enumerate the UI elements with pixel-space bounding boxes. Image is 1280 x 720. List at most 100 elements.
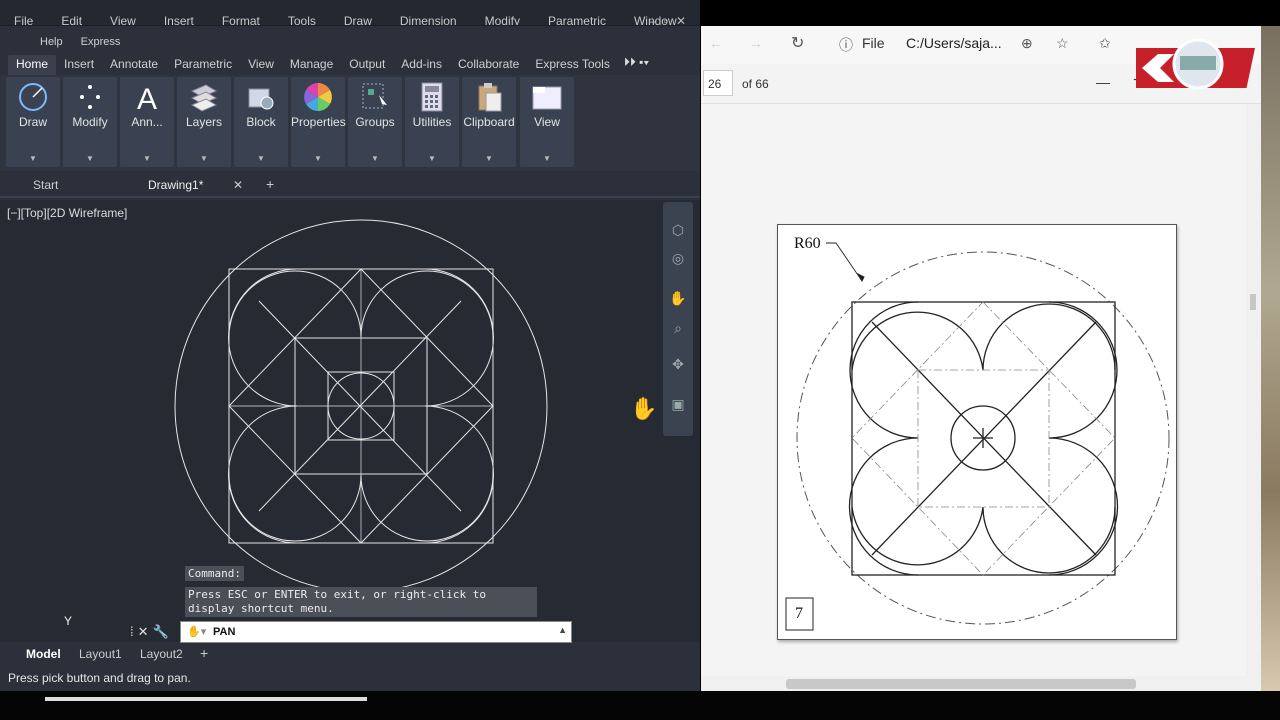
panel-draw-label: Draw bbox=[18, 115, 47, 129]
command-input[interactable]: ✋▾ PAN ▲ bbox=[180, 621, 572, 643]
panel-groups[interactable]: Groups ▼ bbox=[348, 77, 402, 167]
showmotion-icon[interactable]: ▣ bbox=[669, 396, 687, 414]
menu-file[interactable]: File bbox=[0, 14, 47, 25]
view-icon bbox=[532, 86, 562, 110]
tab-add-ins[interactable]: Add-ins bbox=[393, 55, 450, 75]
chevron-down-icon[interactable]: ▼ bbox=[462, 154, 516, 163]
tab-home[interactable]: Home bbox=[8, 55, 57, 75]
drawing-viewport[interactable]: [−][Top][2D Wireframe] ⬡ ◎ ✋ ⌕ ✥ ▣ Comma… bbox=[0, 200, 700, 642]
video-progress-bar bbox=[45, 697, 367, 701]
chevron-down-icon[interactable]: ▼ bbox=[348, 154, 402, 163]
tab-drawing1[interactable]: Drawing1* bbox=[148, 178, 203, 192]
panel-modify-label: Modify bbox=[72, 115, 108, 129]
screen: File Edit View Insert Format Tools Draw … bbox=[0, 0, 1280, 720]
tab-annotate[interactable]: Annotate bbox=[102, 55, 166, 75]
pdf-viewer[interactable]: R60 7 bbox=[701, 104, 1246, 682]
command-popup-title: Command: bbox=[185, 566, 244, 581]
ribbon-overflow-icon[interactable]: ⏵⏵ ▪▾ bbox=[624, 55, 649, 75]
pan-icon[interactable]: ✋ bbox=[669, 290, 687, 308]
back-icon[interactable]: ← bbox=[709, 35, 723, 51]
steering-wheel-icon[interactable]: ◎ bbox=[669, 250, 687, 268]
panel-clipboard[interactable]: Clipboard ▼ bbox=[462, 77, 516, 167]
panel-annotate-label: Ann... bbox=[131, 115, 163, 129]
chevron-down-icon[interactable]: ▼ bbox=[520, 154, 574, 163]
tab-express-tools[interactable]: Express Tools bbox=[527, 55, 617, 75]
chevron-down-icon[interactable]: ▼ bbox=[234, 154, 288, 163]
panel-properties[interactable]: Properties ▼ bbox=[291, 77, 346, 167]
chevron-down-icon[interactable]: ▼ bbox=[6, 154, 60, 163]
tab-model[interactable]: Model bbox=[26, 647, 61, 661]
menu-modify[interactable]: Modify bbox=[471, 14, 534, 25]
panel-layers[interactable]: Layers ▼ bbox=[177, 77, 231, 167]
refresh-icon[interactable]: ↻ bbox=[791, 33, 804, 53]
horizontal-scrollbar[interactable] bbox=[701, 676, 1246, 691]
menu-view[interactable]: View bbox=[96, 14, 150, 25]
menu-edit[interactable]: Edit bbox=[47, 14, 96, 25]
panel-view[interactable]: View ▼ bbox=[520, 77, 574, 167]
panel-block-label: Block bbox=[246, 115, 276, 129]
layout-tabs: Model Layout1 Layout2 + bbox=[0, 643, 700, 665]
command-history-icon[interactable]: ✋▾ bbox=[187, 625, 206, 638]
menu-dimension[interactable]: Dimension bbox=[386, 14, 471, 25]
chevron-down-icon[interactable]: ▼ bbox=[63, 154, 117, 163]
add-layout-icon[interactable]: + bbox=[200, 645, 208, 661]
add-tab-icon[interactable]: + bbox=[266, 176, 274, 192]
horizontal-scroll-thumb[interactable] bbox=[786, 679, 1136, 689]
menu-parametric[interactable]: Parametric bbox=[534, 14, 620, 25]
menu-express[interactable]: Express bbox=[81, 36, 121, 48]
tab-output[interactable]: Output bbox=[341, 55, 393, 75]
panel-block[interactable]: Block ▼ bbox=[234, 77, 288, 167]
vertical-scroll-thumb[interactable] bbox=[1250, 294, 1256, 310]
chevron-down-icon[interactable]: ▼ bbox=[177, 154, 231, 163]
chevron-down-icon[interactable]: ▼ bbox=[120, 154, 174, 163]
command-line-controls[interactable]: ⁞✕🔧 bbox=[130, 624, 173, 640]
page-number-input[interactable]: 26 bbox=[703, 70, 733, 96]
zoom-out-button[interactable]: — bbox=[1096, 74, 1110, 90]
panel-annotate[interactable]: A Ann... ▼ bbox=[120, 77, 174, 167]
tab-view[interactable]: View bbox=[240, 55, 282, 75]
tab-insert[interactable]: Insert bbox=[56, 55, 102, 75]
zoom-icon[interactable]: ⊕ bbox=[1021, 35, 1033, 52]
panel-modify[interactable]: Modify ▼ bbox=[63, 77, 117, 167]
panel-utilities[interactable]: Utilities ▼ bbox=[405, 77, 459, 167]
star-icon[interactable]: ☆ bbox=[1056, 35, 1069, 52]
menu-insert[interactable]: Insert bbox=[150, 14, 208, 25]
menu-draw[interactable]: Draw bbox=[330, 14, 386, 25]
title-strip: File Edit View Insert Format Tools Draw … bbox=[0, 0, 700, 26]
chevron-up-icon[interactable]: ▲ bbox=[558, 625, 567, 635]
vertical-scrollbar[interactable] bbox=[1246, 104, 1261, 691]
forward-icon[interactable]: → bbox=[749, 35, 763, 51]
panel-view-label: View bbox=[534, 115, 560, 129]
menu-format[interactable]: Format bbox=[208, 14, 274, 25]
view-cube-icon[interactable]: ⬡ bbox=[669, 222, 687, 240]
tab-layout2[interactable]: Layout2 bbox=[140, 647, 183, 661]
menu-help[interactable]: Help bbox=[40, 36, 63, 48]
tab-manage[interactable]: Manage bbox=[282, 55, 341, 75]
chevron-down-icon[interactable]: ▼ bbox=[405, 154, 459, 163]
tab-parametric[interactable]: Parametric bbox=[166, 55, 240, 75]
panel-draw[interactable]: Draw ▼ bbox=[6, 77, 60, 167]
address-bar[interactable]: C:/Users/saja... bbox=[906, 35, 1002, 51]
panel-properties-label: Properties bbox=[291, 115, 346, 129]
favorites-icon[interactable]: ✩ bbox=[1099, 35, 1111, 52]
file-tabs: Start Drawing1* ✕ + bbox=[0, 172, 700, 198]
close-icon[interactable]: ✕ bbox=[233, 178, 243, 192]
ucs-y-label: Y bbox=[64, 614, 73, 628]
tab-layout1[interactable]: Layout1 bbox=[79, 647, 122, 661]
zoom-icon[interactable]: ⌕ bbox=[669, 320, 687, 338]
info-icon[interactable]: ⓘ bbox=[839, 35, 853, 55]
orbit-icon[interactable]: ✥ bbox=[669, 356, 687, 374]
command-input-value: PAN bbox=[213, 626, 236, 638]
browser-window: ← → ↻ ⓘ File C:/Users/saja... ⊕ ☆ ✩ 26 o… bbox=[701, 26, 1261, 691]
tab-collaborate[interactable]: Collaborate bbox=[450, 55, 527, 75]
draw-icon bbox=[19, 83, 47, 111]
window-controls[interactable]: –▫✕ bbox=[649, 14, 694, 25]
figure-number: 7 bbox=[795, 605, 803, 622]
tab-start[interactable]: Start bbox=[33, 178, 58, 192]
channel-logo-icon bbox=[1136, 38, 1256, 90]
pdf-page: R60 7 bbox=[777, 224, 1177, 640]
menu-tools[interactable]: Tools bbox=[274, 14, 330, 25]
groups-icon bbox=[362, 83, 387, 109]
navigation-bar[interactable]: ⬡ ◎ ✋ ⌕ ✥ ▣ bbox=[663, 202, 693, 436]
chevron-down-icon[interactable]: ▼ bbox=[291, 154, 345, 163]
